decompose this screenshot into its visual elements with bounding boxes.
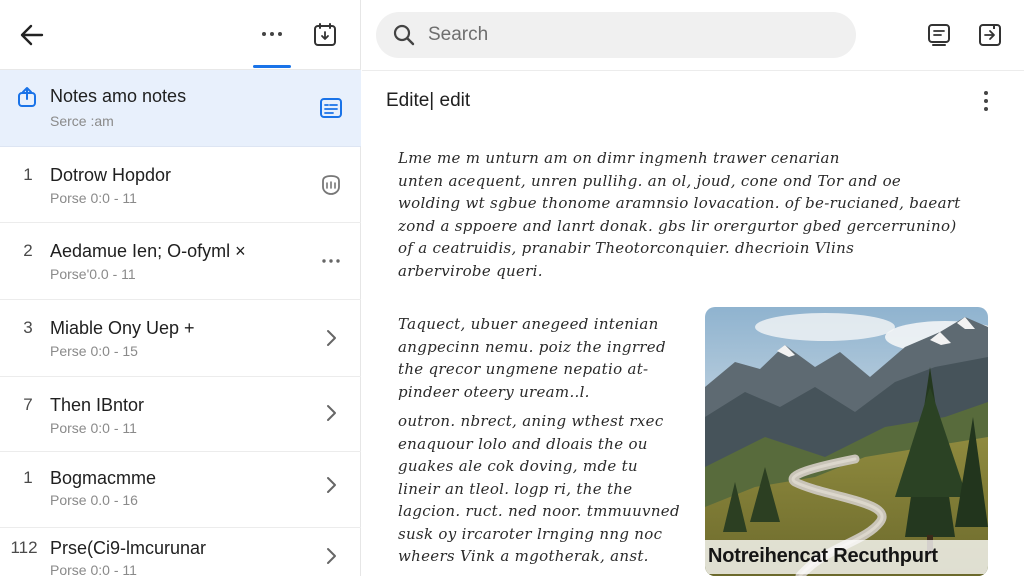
- handwritten-line: the qrecor ungmene nepatio at-: [398, 360, 649, 378]
- search-bar[interactable]: Search: [376, 12, 856, 58]
- handwritten-line: Lme me m unturn am on dimr ingmenh trawe…: [398, 149, 840, 167]
- chevron-right-icon: [327, 405, 336, 421]
- open-item-button[interactable]: [319, 326, 343, 350]
- open-item-button[interactable]: [319, 544, 343, 568]
- document-more-button[interactable]: [974, 88, 998, 114]
- list-item[interactable]: 112 Prse(Ci9-lmcurunar Porse 0:0 - 11: [0, 528, 361, 576]
- list-item[interactable]: 3 Miable Ony Uep + Perse 0:0 - 15: [0, 300, 361, 377]
- list-item-title: Notes amo notes: [50, 86, 187, 106]
- handwritten-line: lagcion. ruct. ned noor. tmmuuvned: [398, 502, 680, 520]
- handwritten-line: guakes ale cok doving, mde tu: [398, 457, 638, 475]
- arrow-left-icon: [20, 24, 44, 46]
- image-caption-bar: Notreihencat Recuthpurt: [705, 540, 988, 574]
- list-header: [0, 0, 361, 70]
- list-item-title: Then IBntor: [50, 395, 145, 415]
- toolbar-divider: [362, 70, 1024, 71]
- open-item-button[interactable]: [319, 473, 343, 497]
- list-item-subtitle: Serce :am: [50, 113, 114, 129]
- handwritten-line: wheers Vink a mgotherak, anst.: [398, 547, 649, 565]
- handwritten-paragraph: Taquect, ubuer anegeed intenian angpecin…: [398, 313, 680, 403]
- list-item-subtitle: Perse 0:0 - 15: [50, 343, 138, 359]
- export-button[interactable]: [977, 22, 1003, 48]
- handwritten-line: zond a sppoere and lanrt donak. gbs lir …: [398, 216, 957, 235]
- handwritten-line: enaquour lolo and dloais the ou: [398, 434, 648, 453]
- handwritten-line: pindeer oteery uream..l.: [398, 382, 590, 401]
- search-input[interactable]: Search: [428, 24, 488, 46]
- list-item[interactable]: 1 Dotrow Hopdor Porse 0:0 - 11: [0, 147, 361, 223]
- handwritten-line: wolding wt sgbue thonome aramnsio lovaca…: [398, 194, 961, 212]
- handwritten-line: lineir an tleol. logp ri, the the: [398, 479, 633, 498]
- mask-button[interactable]: [319, 173, 343, 197]
- list-item[interactable]: 7 Then IBntor Porse 0:0 - 11: [0, 377, 361, 452]
- share-icon: [16, 86, 38, 108]
- list-item-number: 7: [23, 395, 33, 414]
- notes-list-panel: Notes amo notes Serce :am 1 Dotrow Hopdo…: [0, 0, 361, 576]
- open-item-button[interactable]: [319, 401, 343, 425]
- list-item-title: Miable Ony Uep +: [50, 318, 195, 338]
- list-item-title: Prse(Ci9-lmcurunar: [50, 538, 207, 558]
- more-options-button[interactable]: [258, 20, 286, 48]
- export-icon: [979, 24, 1001, 46]
- list-item-subtitle: Porse 0.0 - 16: [50, 492, 138, 508]
- calendar-icon: [314, 23, 336, 46]
- ellipsis-icon: [322, 259, 340, 263]
- chevron-right-icon: [327, 477, 336, 493]
- note-icon: [928, 24, 950, 46]
- embedded-mountain-image[interactable]: Notreihencat Recuthpurt: [705, 307, 988, 576]
- chevron-right-icon: [327, 330, 336, 346]
- list-item-selected[interactable]: Notes amo notes Serce :am: [0, 70, 361, 147]
- handwritten-line: outron. nbrect, aning wthest rxec: [398, 412, 664, 430]
- image-caption: Notreihencat Recuthpurt: [708, 545, 938, 567]
- list-item-number: 1: [23, 468, 33, 487]
- document-title[interactable]: Edite| edit: [386, 90, 470, 112]
- list-item-subtitle: Porse'0.0 - 11: [50, 266, 136, 282]
- search-icon: [392, 23, 416, 47]
- handwritten-line: arbervirobe queri.: [398, 261, 543, 280]
- list-item-subtitle: Porse 0:0 - 11: [50, 190, 137, 206]
- note-view-button[interactable]: [926, 22, 952, 48]
- back-button[interactable]: [18, 22, 46, 48]
- list-item-number: 1: [23, 165, 33, 184]
- handwritten-line: angpecinn nemu. poiz the ingrred: [398, 337, 666, 356]
- item-more-button[interactable]: [319, 249, 343, 273]
- handwritten-line: susk oy ircaroter lrnging nng noc: [398, 524, 663, 543]
- handwritten-line: of a ceatruidis, pranabir Theotorconquie…: [398, 239, 855, 257]
- dashboard-icon: [320, 98, 342, 118]
- list-item-number: 3: [23, 318, 33, 337]
- list-item-title: Bogmacmme: [50, 468, 157, 488]
- handwritten-line: Taquect, ubuer anegeed intenian: [398, 315, 659, 333]
- calendar-button[interactable]: [312, 22, 338, 48]
- dashboard-button[interactable]: [319, 96, 343, 120]
- handwritten-paragraph: Lme me m unturn am on dimr ingmenh trawe…: [398, 147, 978, 282]
- list-item-title: Aedamue Ien; O-ofyml ×: [50, 241, 246, 261]
- list-item-title: Dotrow Hopdor: [50, 165, 172, 185]
- mask-icon: [322, 175, 340, 195]
- list-item-subtitle: Porse 0:0 - 11: [50, 562, 137, 576]
- vertical-ellipsis-icon: [984, 91, 988, 111]
- chevron-right-icon: [327, 548, 336, 564]
- list-item-number: 2: [23, 241, 33, 260]
- list-item-subtitle: Porse 0:0 - 11: [50, 420, 137, 436]
- list-item[interactable]: 2 Aedamue Ien; O-ofyml × Porse'0.0 - 11: [0, 223, 361, 300]
- active-tab-indicator: [253, 65, 291, 68]
- handwritten-paragraph: outron. nbrect, aning wthest rxec enaquo…: [398, 410, 680, 568]
- ellipsis-icon: [262, 32, 282, 36]
- list-item-number: 112: [10, 538, 38, 557]
- handwritten-line: unten acequent, unren pullihg. an ol, jo…: [398, 171, 902, 190]
- list-item[interactable]: 1 Bogmacmme Porse 0.0 - 16: [0, 452, 361, 528]
